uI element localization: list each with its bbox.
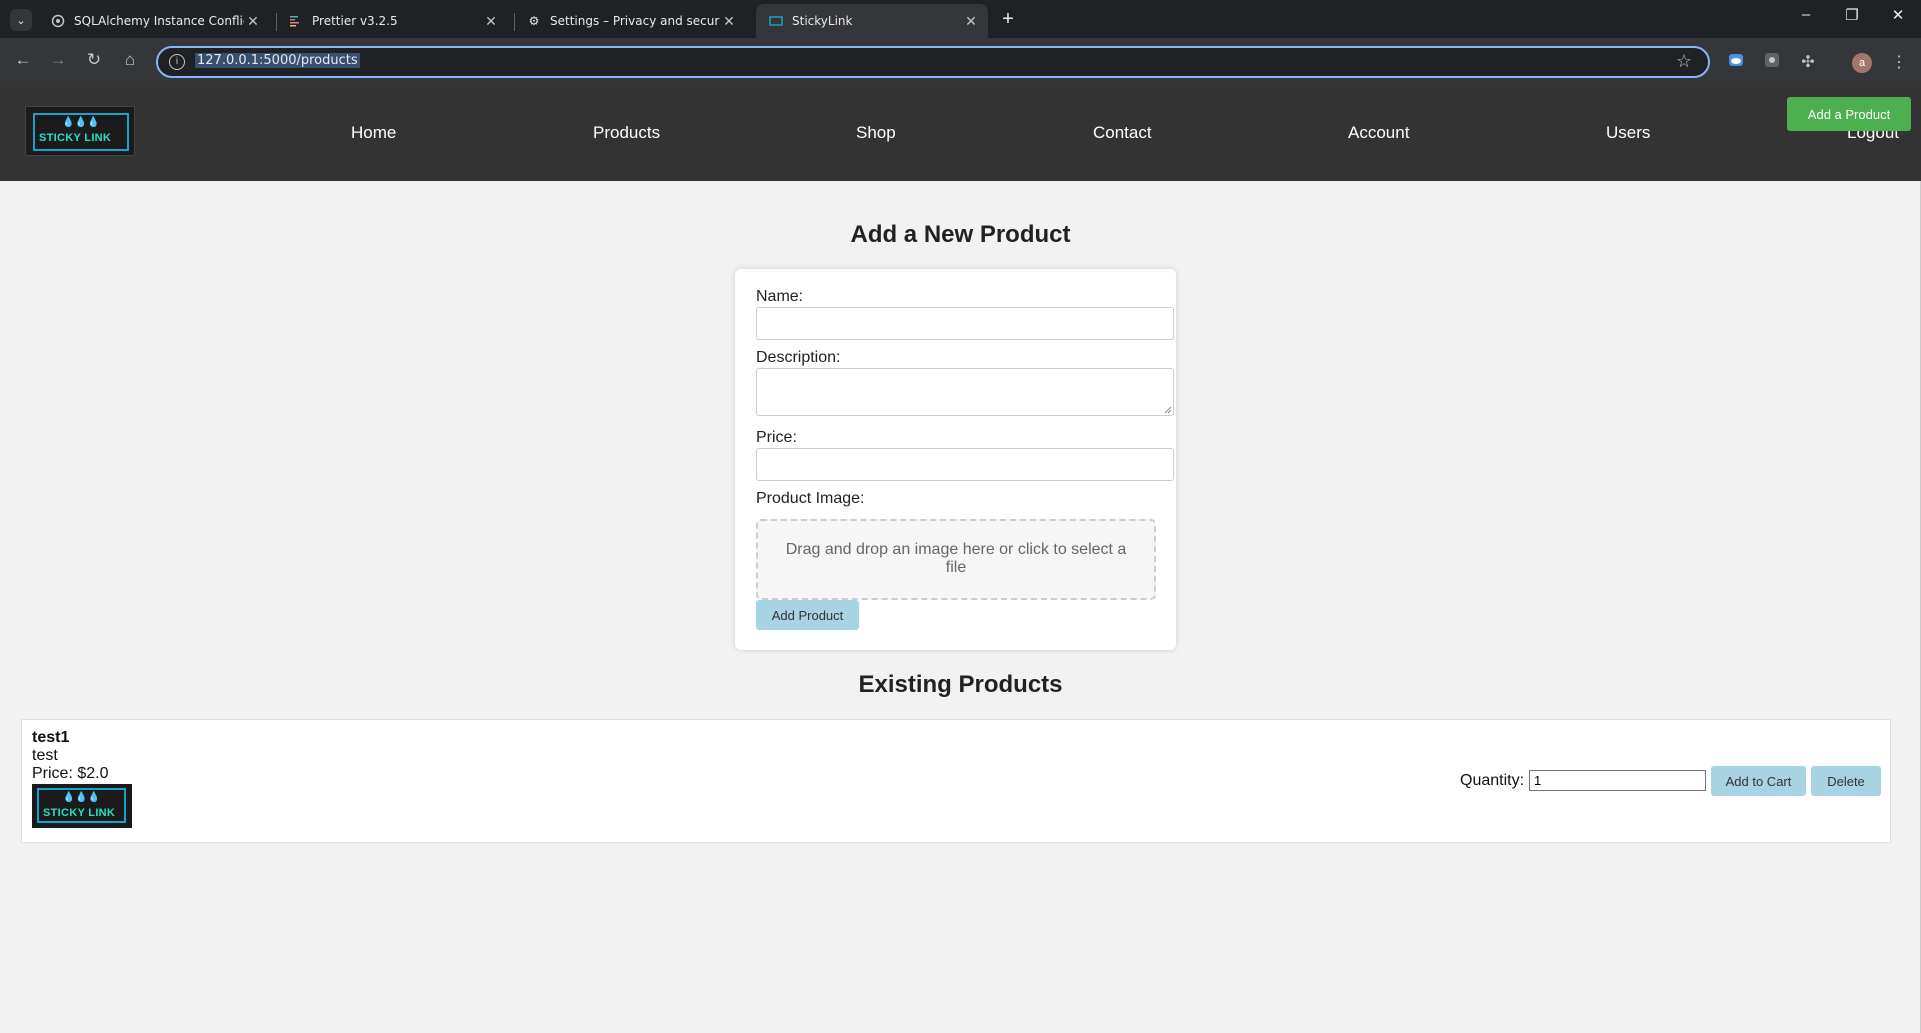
price-label: Price: [756,429,797,446]
logo-frame: 💧💧💧 STICKY LINK [37,788,126,823]
add-to-cart-button[interactable]: Add to Cart [1711,766,1806,796]
drops-icon: 💧💧💧 [62,117,100,128]
openai-icon [50,13,66,29]
cloud-extension-icon[interactable] [1725,52,1747,73]
description-label: Description: [756,349,841,366]
delete-button[interactable]: Delete [1811,766,1881,796]
product-image-label: Product Image: [756,490,865,507]
address-bar[interactable]: i 127.0.0.1:5000/products ☆ [156,46,1710,78]
close-window-icon[interactable]: ✕ [1875,6,1921,24]
prettier-icon [288,13,304,29]
name-label: Name: [756,288,804,305]
add-a-product-button[interactable]: Add a Product [1787,97,1911,131]
tab-title: SQLAlchemy Instance Conflict [74,14,244,28]
close-icon[interactable]: ✕ [720,13,738,30]
name-input[interactable] [756,307,1174,340]
product-item: test1 test Price: $2.0 💧💧💧 STICKY LINK Q… [21,719,1891,843]
nav-products[interactable]: Products [593,123,660,143]
nav-account[interactable]: Account [1348,123,1409,143]
browser-tab[interactable]: ⚙ Settings – Privacy and security ✕ [514,4,746,38]
quantity-input[interactable]: 1 [1529,770,1706,791]
profile-avatar[interactable]: a [1852,53,1872,73]
product-name: test1 [32,729,70,746]
tab-search-button[interactable]: ⌄ [10,9,32,31]
logo-text: STICKY LINK [39,132,112,144]
nav-users[interactable]: Users [1606,123,1650,143]
forward-icon[interactable]: → [46,50,70,70]
browser-tab[interactable]: SQLAlchemy Instance Conflict ✕ [38,4,270,38]
description-textarea[interactable] [756,368,1174,416]
add-product-submit-button[interactable]: Add Product [756,600,859,630]
kebab-menu-icon[interactable]: ⋮ [1888,52,1910,72]
quantity-label: Quantity: [1460,772,1525,789]
product-price: Price: $2.0 [32,765,109,782]
extension-icon[interactable] [1761,52,1783,73]
drops-icon: 💧💧💧 [62,792,101,803]
logo-text: STICKY LINK [43,807,116,819]
gear-icon: ⚙ [528,14,540,28]
new-tab-icon[interactable]: + [996,8,1020,31]
product-description: test [32,747,58,764]
nav-contact[interactable]: Contact [1093,123,1152,143]
back-icon[interactable]: ← [11,50,35,70]
nav-home[interactable]: Home [351,123,396,143]
site-info-icon[interactable]: i [169,54,185,70]
bookmark-star-icon[interactable]: ☆ [1676,51,1692,72]
site-logo[interactable]: 💧💧💧 STICKY LINK [25,106,135,156]
browser-tab[interactable]: Prettier v3.2.5 ✕ [276,4,508,38]
price-input[interactable] [756,448,1174,481]
url-text[interactable]: 127.0.0.1:5000/products [195,53,360,68]
existing-products-heading: Existing Products [858,671,1063,698]
logo-frame: 💧💧💧 STICKY LINK [33,113,129,151]
add-product-form: Name: Description: Price: Product Image:… [735,269,1176,650]
image-dropzone[interactable]: Drag and drop an image here or click to … [756,519,1156,600]
site-icon [768,13,784,29]
nav-shop[interactable]: Shop [856,123,896,143]
close-icon[interactable]: ✕ [962,13,980,30]
tab-title: StickyLink [792,14,853,28]
close-icon[interactable]: ✕ [482,13,500,30]
browser-tab-bar: ⌄ SQLAlchemy Instance Conflict ✕ Prettie… [0,0,1921,38]
site-header: 💧💧💧 STICKY LINK Home Products Shop Conta… [0,87,1921,181]
close-icon[interactable]: ✕ [244,13,262,30]
puzzle-extensions-icon[interactable]: ✣ [1797,52,1819,72]
tab-title: Prettier v3.2.5 [312,14,398,28]
add-product-heading: Add a New Product [850,221,1071,248]
browser-toolbar: ← → ↻ ⌂ i 127.0.0.1:5000/products ☆ ✣ a … [0,38,1921,87]
home-icon[interactable]: ⌂ [118,50,142,70]
resize-handle-icon[interactable] [1164,406,1172,414]
reload-icon[interactable]: ↻ [82,50,106,70]
restore-icon[interactable]: ❐ [1829,6,1875,24]
tab-title: Settings – Privacy and security [550,14,720,28]
browser-tab-active[interactable]: StickyLink ✕ [756,4,988,38]
minimize-icon[interactable]: – [1783,6,1829,23]
product-image: 💧💧💧 STICKY LINK [32,784,132,828]
